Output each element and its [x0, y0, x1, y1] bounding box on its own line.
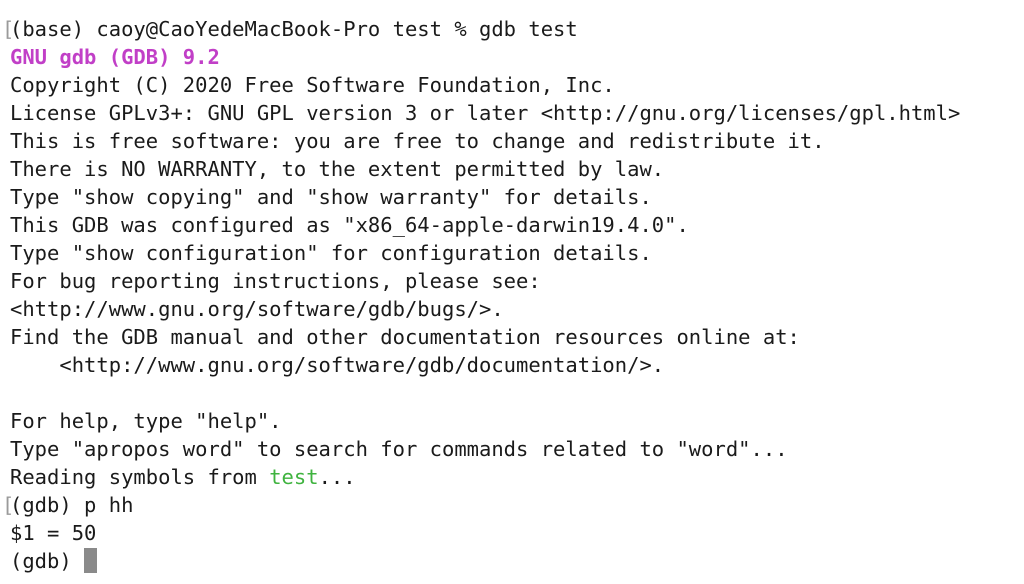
gdb-command-line: [(gdb) p hh	[2, 491, 1024, 519]
show-copying-line: Type "show copying" and "show warranty" …	[10, 185, 652, 209]
bug-reporting-line: For bug reporting instructions, please s…	[10, 269, 541, 293]
text-cursor[interactable]	[84, 548, 98, 573]
configured-as-line: This GDB was configured as "x86_64-apple…	[10, 213, 689, 237]
gdb-version-banner: GNU gdb (GDB) 9.2	[10, 45, 220, 69]
bugs-url-line: <http://www.gnu.org/software/gdb/bugs/>.	[10, 297, 504, 321]
apropos-hint-line: Type "apropos word" to search for comman…	[10, 437, 788, 461]
help-hint-line: For help, type "help".	[10, 409, 282, 433]
show-configuration-line: Type "show configuration" for configurat…	[10, 241, 652, 265]
license-line: License GPLv3+: GNU GPL version 3 or lat…	[10, 101, 961, 125]
current-prompt-line[interactable]: (gdb)	[10, 547, 1024, 575]
gdb-prompt: (gdb)	[10, 549, 85, 573]
gdb-command-text: (gdb) p hh	[10, 493, 134, 517]
reading-symbols-line: Reading symbols from test...	[10, 463, 1024, 491]
copyright-line: Copyright (C) 2020 Free Software Foundat…	[10, 73, 615, 97]
prompt-marker: [	[2, 493, 15, 517]
shell-prompt-text: (base) caoy@CaoYedeMacBook-Pro test % gd…	[10, 17, 578, 41]
find-manual-line: Find the GDB manual and other documentat…	[10, 325, 800, 349]
free-software-line: This is free software: you are free to c…	[10, 129, 825, 153]
reading-symbols-suffix: ...	[318, 465, 356, 489]
docs-url-line: <http://www.gnu.org/software/gdb/documen…	[10, 353, 665, 377]
gdb-version-line: GNU gdb (GDB) 9.2	[10, 43, 1024, 71]
gdb-result-line: $1 = 50	[10, 521, 97, 545]
reading-symbols-prefix: Reading symbols from	[10, 465, 270, 489]
reading-symbols-filename: test	[269, 465, 319, 489]
prompt-marker: [	[2, 17, 15, 41]
terminal-window[interactable]: [(base) caoy@CaoYedeMacBook-Pro test % g…	[0, 0, 1024, 584]
no-warranty-line: There is NO WARRANTY, to the extent perm…	[10, 157, 665, 181]
shell-prompt-line: [(base) caoy@CaoYedeMacBook-Pro test % g…	[2, 15, 1024, 43]
